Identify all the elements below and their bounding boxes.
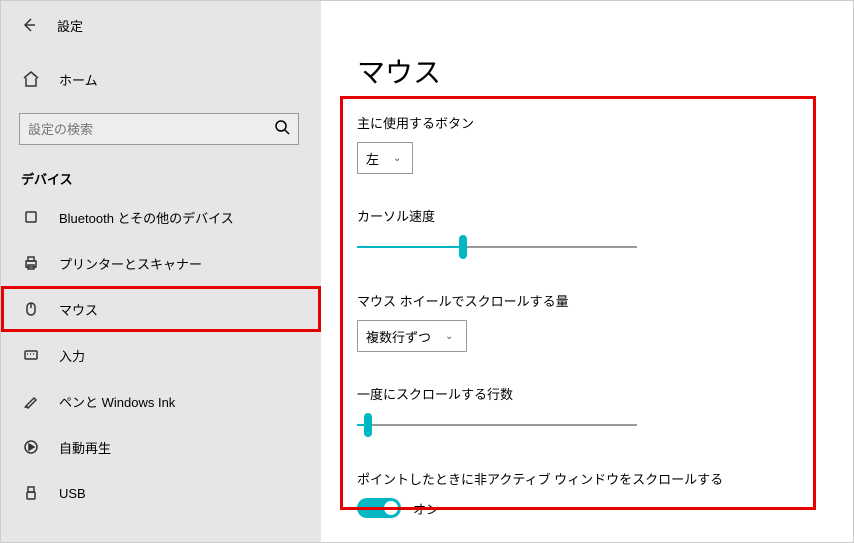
sidebar-item-label: 自動再生	[59, 438, 111, 457]
mouse-icon	[21, 299, 41, 319]
window-title: 設定	[57, 16, 83, 35]
primary-button-value: 左	[366, 149, 379, 168]
inactive-scroll-label: ポイントしたときに非アクティブ ウィンドウをスクロールする	[357, 469, 817, 488]
lines-at-once-label: 一度にスクロールする行数	[357, 384, 817, 403]
main-panel: マウス 主に使用するボタン 左 ⌄ カーソル速度 マウス ホイールでスクロールす…	[321, 1, 853, 542]
lines-at-once-group: 一度にスクロールする行数	[357, 384, 817, 437]
sidebar-item-label: USB	[59, 486, 86, 501]
nav-list: Bluetooth とその他のデバイス プリンターとスキャナー マウス 入力 ペ…	[1, 194, 321, 516]
section-title: デバイス	[21, 169, 321, 188]
search-input[interactable]	[28, 122, 274, 137]
chevron-down-icon: ⌄	[393, 153, 401, 164]
wheel-scroll-label: マウス ホイールでスクロールする量	[357, 291, 817, 310]
sidebar-item-printers[interactable]: プリンターとスキャナー	[1, 240, 321, 286]
arrow-left-icon	[21, 17, 37, 33]
sidebar-item-bluetooth[interactable]: Bluetooth とその他のデバイス	[1, 194, 321, 240]
page-title: マウス	[357, 51, 817, 91]
sidebar-item-usb[interactable]: USB	[1, 470, 321, 516]
wheel-scroll-value: 複数行ずつ	[366, 327, 431, 346]
sidebar-item-mouse[interactable]: マウス	[1, 286, 321, 332]
sidebar: 設定 ホーム デバイス Bluetooth とその他のデバイス プリンターとスキ…	[1, 1, 321, 542]
home-icon	[21, 69, 41, 89]
sidebar-item-autoplay[interactable]: 自動再生	[1, 424, 321, 470]
cursor-speed-slider[interactable]	[357, 235, 637, 259]
bluetooth-icon	[21, 207, 41, 227]
cursor-speed-group: カーソル速度	[357, 206, 817, 259]
inactive-scroll-state: オン	[413, 499, 439, 518]
home-label: ホーム	[59, 70, 98, 89]
sidebar-item-label: ペンと Windows Ink	[59, 392, 175, 411]
sidebar-item-pen[interactable]: ペンと Windows Ink	[1, 378, 321, 424]
wheel-scroll-select[interactable]: 複数行ずつ ⌄	[357, 320, 467, 352]
usb-icon	[21, 483, 41, 503]
primary-button-label: 主に使用するボタン	[357, 113, 817, 132]
autoplay-icon	[21, 437, 41, 457]
inactive-scroll-toggle[interactable]	[357, 498, 401, 518]
sidebar-item-label: Bluetooth とその他のデバイス	[59, 208, 234, 227]
slider-track	[357, 424, 637, 426]
lines-at-once-slider[interactable]	[357, 413, 637, 437]
sidebar-item-label: 入力	[59, 346, 85, 365]
sidebar-item-label: プリンターとスキャナー	[59, 254, 202, 273]
sidebar-item-typing[interactable]: 入力	[1, 332, 321, 378]
wheel-scroll-group: マウス ホイールでスクロールする量 複数行ずつ ⌄	[357, 291, 817, 352]
keyboard-icon	[21, 345, 41, 365]
window-header: 設定	[1, 1, 321, 49]
slider-fill	[357, 246, 463, 248]
sidebar-item-label: マウス	[59, 300, 98, 319]
chevron-down-icon: ⌄	[445, 331, 453, 342]
slider-thumb[interactable]	[364, 413, 372, 437]
home-nav[interactable]: ホーム	[1, 59, 321, 99]
search-icon	[274, 119, 290, 140]
cursor-speed-label: カーソル速度	[357, 206, 817, 225]
primary-button-group: 主に使用するボタン 左 ⌄	[357, 113, 817, 174]
primary-button-select[interactable]: 左 ⌄	[357, 142, 413, 174]
back-button[interactable]	[17, 13, 41, 37]
pen-icon	[21, 391, 41, 411]
inactive-scroll-group: ポイントしたときに非アクティブ ウィンドウをスクロールする オン	[357, 469, 817, 518]
search-box[interactable]	[19, 113, 299, 145]
printer-icon	[21, 253, 41, 273]
slider-thumb[interactable]	[459, 235, 467, 259]
